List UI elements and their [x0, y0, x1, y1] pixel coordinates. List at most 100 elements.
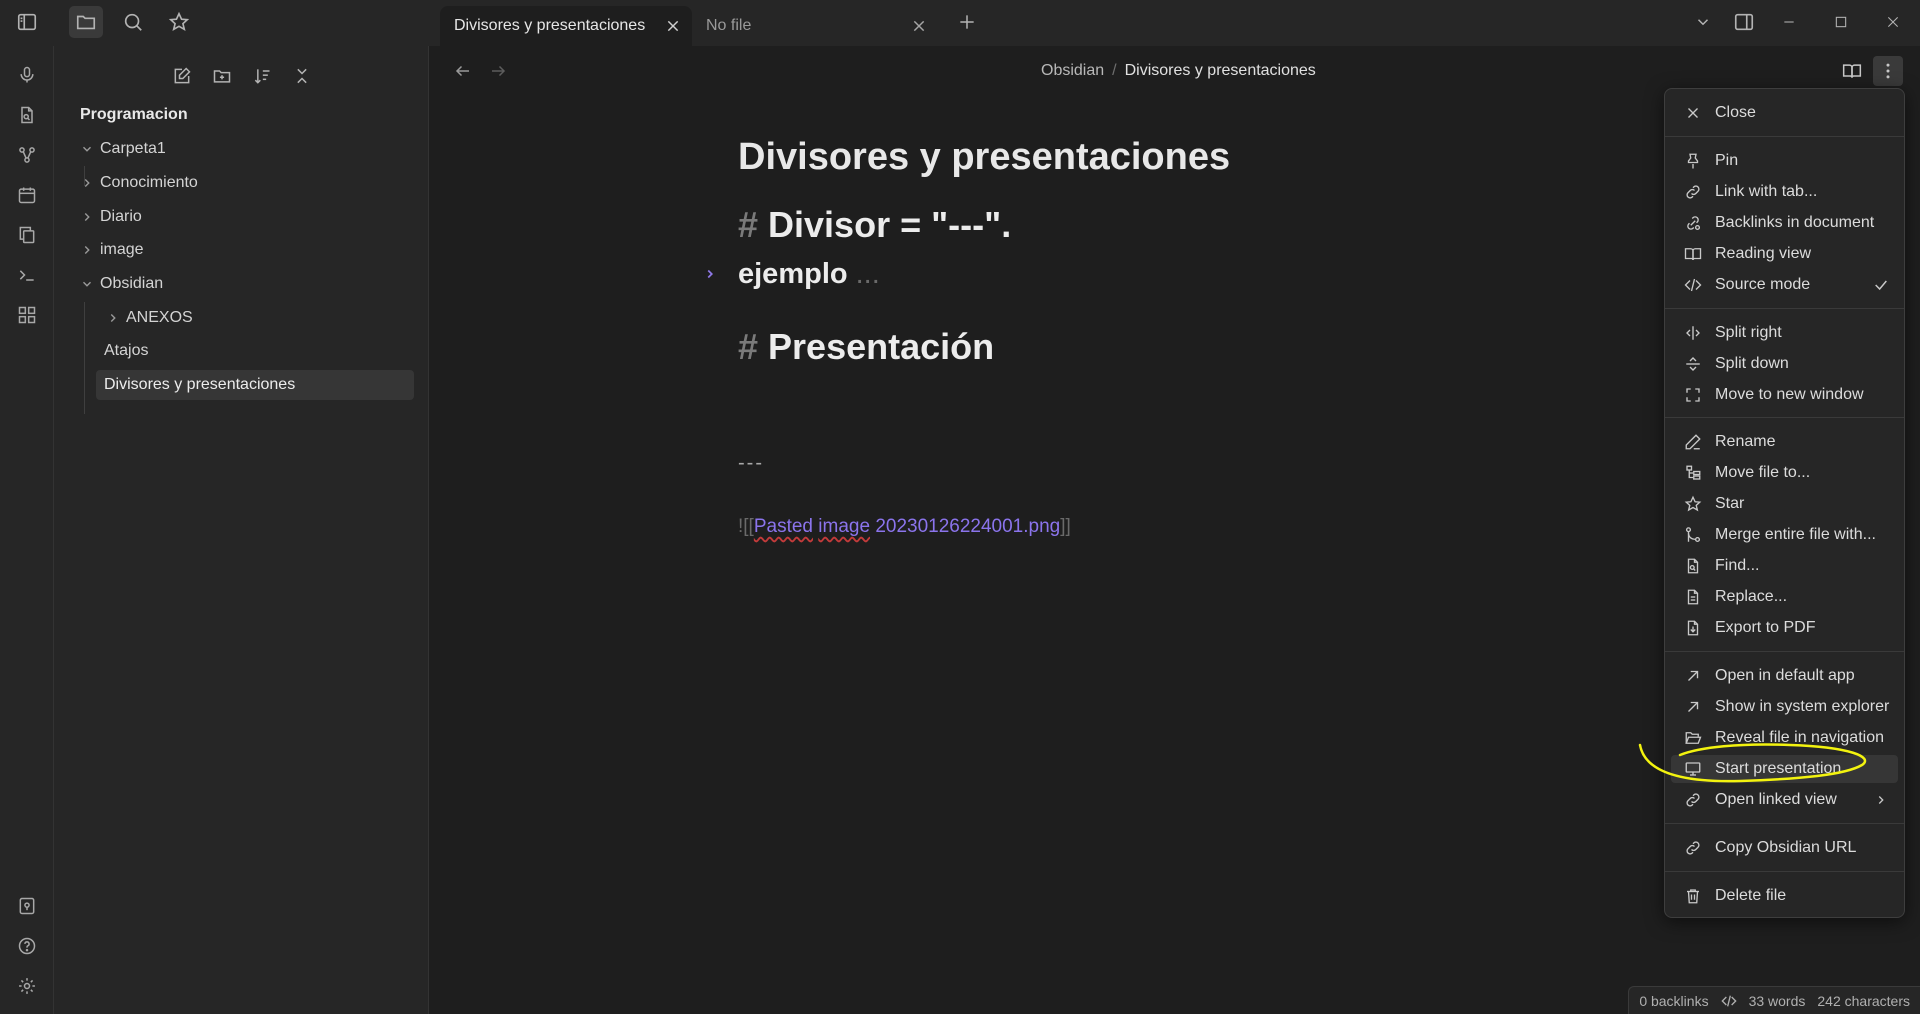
tree-item-label: ANEXOS — [126, 309, 193, 326]
git-merge-icon — [1683, 525, 1703, 545]
note-title[interactable]: Divisores y presentaciones — [738, 136, 1230, 179]
menu-item-label: Copy Obsidian URL — [1715, 839, 1857, 856]
breadcrumb-current[interactable]: Divisores y presentaciones — [1125, 62, 1316, 80]
menu-item-move-to-new-window[interactable]: Move to new window — [1671, 381, 1898, 409]
chevron-right-icon — [104, 309, 122, 327]
arrow-up-right-icon — [1683, 697, 1703, 717]
image-embed-link[interactable]: ![[Pasted image 20230126224001.png]] — [738, 516, 1071, 538]
source-mode-code-icon[interactable] — [1720, 993, 1737, 1009]
sort-icon[interactable] — [246, 60, 278, 92]
tree-folder-conocimiento[interactable]: Conocimiento — [78, 168, 198, 198]
new-tab-icon[interactable] — [950, 6, 984, 38]
tree-folder-image[interactable]: image — [78, 235, 144, 265]
dashboard-icon[interactable] — [12, 300, 42, 330]
folder-icon[interactable] — [69, 6, 103, 38]
forward-arrow-icon[interactable] — [483, 56, 513, 86]
menu-item-split-right[interactable]: Split right — [1671, 319, 1898, 347]
menu-item-start-presentation[interactable]: Start presentation — [1671, 755, 1898, 783]
embed-open-bracket: ![[ — [738, 516, 754, 537]
tree-file-atajos[interactable]: Atajos — [96, 336, 148, 366]
microphone-icon[interactable] — [12, 60, 42, 90]
backlinks-count[interactable]: 0 backlinks — [1639, 993, 1708, 1009]
graph-view-icon[interactable] — [12, 140, 42, 170]
menu-item-split-down[interactable]: Split down — [1671, 350, 1898, 378]
tree-folder-anexos[interactable]: ANEXOS — [104, 303, 193, 333]
tree-item-label: image — [100, 241, 144, 258]
help-icon[interactable] — [12, 931, 42, 961]
menu-item-backlinks[interactable]: Backlinks in document — [1671, 209, 1898, 237]
menu-item-label: Move to new window — [1715, 386, 1864, 403]
menu-item-label: Reading view — [1715, 245, 1812, 262]
menu-item-link-with-tab[interactable]: Link with tab... — [1671, 178, 1898, 206]
file-search-icon[interactable] — [12, 100, 42, 130]
menu-separator — [1665, 136, 1904, 137]
indent-guide — [84, 302, 85, 414]
tab-no-file[interactable]: No file — [692, 6, 938, 46]
breadcrumb: Obsidian / Divisores y presentaciones — [1041, 62, 1316, 80]
vault-switcher-icon[interactable] — [12, 891, 42, 921]
chevron-down-icon[interactable] — [1686, 6, 1720, 38]
tree-folder-diario[interactable]: Diario — [78, 202, 142, 232]
tree-folder-obsidian[interactable]: Obsidian — [78, 269, 163, 299]
menu-item-show-in-explorer[interactable]: Show in system explorer — [1671, 693, 1898, 721]
menu-item-reading-view[interactable]: Reading view — [1671, 240, 1898, 268]
close-icon[interactable] — [660, 13, 686, 39]
menu-item-export-pdf[interactable]: Export to PDF — [1671, 614, 1898, 642]
new-note-icon[interactable] — [166, 60, 198, 92]
tree-item-label: Divisores y presentaciones — [104, 376, 296, 393]
breadcrumb-parent[interactable]: Obsidian — [1041, 62, 1104, 80]
tree-folder-carpeta1[interactable]: Carpeta1 — [78, 134, 166, 164]
chevron-down-icon — [78, 275, 96, 293]
calendar-icon[interactable] — [12, 180, 42, 210]
new-folder-icon[interactable] — [206, 60, 238, 92]
more-options-icon[interactable] — [1873, 56, 1903, 86]
arrow-up-right-icon — [1683, 666, 1703, 686]
menu-item-star[interactable]: Star — [1671, 490, 1898, 518]
menu-item-label: Export to PDF — [1715, 619, 1816, 636]
menu-item-open-linked-view[interactable]: Open linked view — [1671, 786, 1898, 814]
sidebar-toggle-icon[interactable] — [10, 6, 44, 38]
title-bar: Divisores y presentaciones No file — [0, 0, 1920, 46]
chevron-right-icon — [78, 208, 96, 226]
menu-item-replace[interactable]: Replace... — [1671, 583, 1898, 611]
terminal-icon[interactable] — [12, 260, 42, 290]
menu-item-close[interactable]: Close — [1671, 99, 1898, 127]
menu-item-pin[interactable]: Pin — [1671, 147, 1898, 175]
maximize-icon[interactable] — [1824, 6, 1858, 38]
search-icon[interactable] — [116, 6, 150, 38]
menu-item-label: Backlinks in document — [1715, 214, 1875, 231]
settings-gear-icon[interactable] — [12, 971, 42, 1001]
menu-item-source-mode[interactable]: Source mode — [1671, 271, 1898, 299]
menu-item-open-default-app[interactable]: Open in default app — [1671, 662, 1898, 690]
file-download-icon — [1683, 618, 1703, 638]
tree-file-divisores[interactable]: Divisores y presentaciones — [96, 370, 414, 400]
menu-item-copy-url[interactable]: Copy Obsidian URL — [1671, 834, 1898, 862]
code-icon — [1683, 275, 1703, 295]
link-icon — [1683, 838, 1703, 858]
tree-item-label: Conocimiento — [100, 174, 198, 191]
copy-files-icon[interactable] — [12, 220, 42, 250]
menu-item-merge[interactable]: Merge entire file with... — [1671, 521, 1898, 549]
tab-divisores[interactable]: Divisores y presentaciones — [440, 6, 692, 46]
window-close-icon[interactable] — [1876, 6, 1910, 38]
back-arrow-icon[interactable] — [448, 56, 478, 86]
right-sidebar-toggle-icon[interactable] — [1727, 6, 1761, 38]
menu-item-delete-file[interactable]: Delete file — [1671, 882, 1898, 910]
tree-item-label: Carpeta1 — [100, 140, 166, 157]
menu-item-move-file[interactable]: Move file to... — [1671, 459, 1898, 487]
menu-item-rename[interactable]: Rename — [1671, 428, 1898, 456]
menu-item-label: Star — [1715, 495, 1745, 512]
menu-item-label: Open linked view — [1715, 791, 1837, 808]
vault-name[interactable]: Programacion — [80, 106, 188, 124]
bookmark-star-icon[interactable] — [162, 6, 196, 38]
menu-item-reveal-in-navigation[interactable]: Reveal file in navigation — [1671, 724, 1898, 752]
chevron-right-icon — [78, 241, 96, 259]
menu-item-find[interactable]: Find... — [1671, 552, 1898, 580]
minimize-icon[interactable] — [1772, 6, 1806, 38]
close-icon[interactable] — [906, 13, 932, 39]
reading-view-book-icon[interactable] — [1837, 56, 1867, 86]
fold-chevron-icon[interactable] — [700, 264, 720, 284]
folded-indicator[interactable]: ... — [856, 258, 880, 290]
collapse-all-icon[interactable] — [286, 60, 318, 92]
pencil-icon — [1683, 432, 1703, 452]
